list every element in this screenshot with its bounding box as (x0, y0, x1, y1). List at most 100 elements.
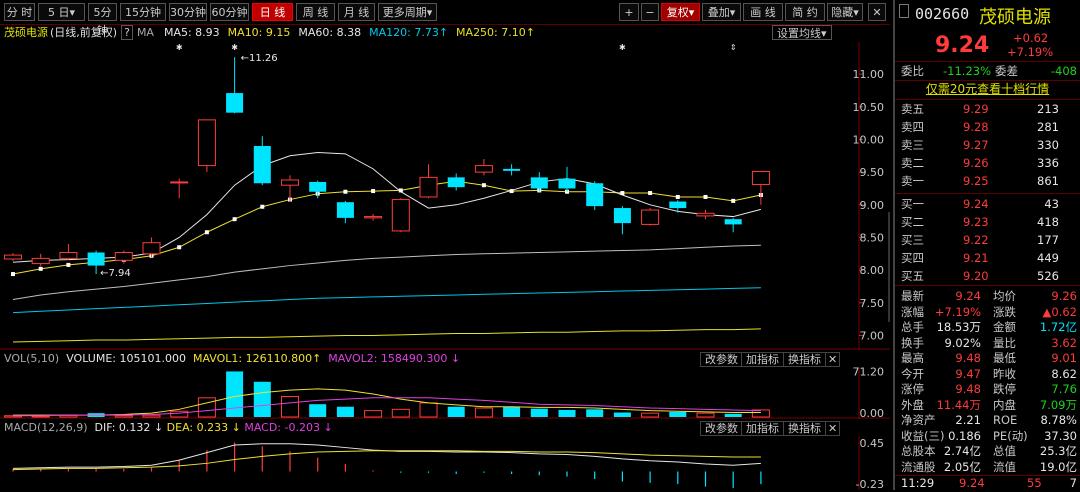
volume-bar (419, 402, 438, 418)
period-tab-5[interactable]: 60分钟 (210, 3, 249, 21)
vol-close-icon[interactable]: ✕ (825, 352, 841, 367)
toolbar-button-5[interactable]: 简 约 (785, 3, 825, 21)
weicha-value: -408 (1050, 64, 1077, 78)
stat-value: 9.24 (955, 289, 981, 303)
volume-bar (447, 406, 465, 417)
period-tab-8[interactable]: 月 线 (338, 3, 375, 21)
price-change-pct: +7.19% (1007, 45, 1054, 59)
bid-row: 买二 9.23 418 (899, 214, 1079, 231)
event-marker-icon[interactable]: ⇕ (730, 43, 737, 52)
candle-body (613, 208, 631, 224)
period-tab-2[interactable]: 5分钟 (88, 3, 117, 37)
stat-value: 8.62 (1051, 366, 1077, 381)
high-annotation: ←11.26 (241, 53, 278, 64)
stat-label: 净资产 (901, 413, 936, 427)
volume-bar (613, 412, 631, 417)
stat-value: 9.48 (955, 382, 981, 396)
period-tab-9[interactable]: 更多周期▾ (378, 3, 437, 21)
event-marker-icon[interactable]: ✱ (231, 43, 238, 52)
ma-settings-button[interactable]: 设置均线▾ (772, 25, 832, 40)
stat-row: 涨停 9.48 跌停 7.76 (899, 381, 1079, 397)
event-marker-icon[interactable]: ✱ (619, 43, 626, 52)
stat-value: +7.19% (934, 304, 981, 319)
vol-swap-indicator-button[interactable]: 换指标 (783, 352, 826, 367)
stat-label: 总手 (901, 320, 924, 334)
period-tab-7[interactable]: 周 线 (296, 3, 335, 21)
stock-title: 茂硕电源 (979, 7, 1051, 28)
axis-scroll-handle[interactable] (888, 212, 890, 322)
dif-arrow-icon: ↓ (153, 421, 164, 434)
ask-price: 9.25 (963, 174, 989, 188)
toolbar-button-0[interactable]: + (619, 3, 639, 21)
tick-row: 11:29 9.24 55 7 (899, 475, 1079, 492)
toolbar-button-3[interactable]: 叠加▾ (702, 3, 741, 21)
toolbar-button-6[interactable]: 隐藏▾ (827, 3, 863, 21)
y-tick-label: 9.50 (860, 166, 885, 179)
ma-label: MA (136, 26, 154, 39)
candle-body (59, 251, 78, 259)
event-marker-icon[interactable]: ✱ (176, 43, 183, 52)
help-icon[interactable]: ? (121, 25, 133, 40)
stat-label: 涨幅 (901, 304, 924, 319)
ma-point-marker (371, 189, 376, 194)
candle (336, 200, 354, 224)
bid-row: 买五 9.20 526 (899, 268, 1079, 285)
period-tab-4[interactable]: 30分钟 (169, 3, 207, 21)
candle (613, 206, 631, 235)
quote-panel: 002660 茂硕电源 9.24 +0.62 +7.19% 委比 -11.23%… (893, 0, 1080, 490)
vol-add-indicator-button[interactable]: 加指标 (741, 352, 784, 367)
volume-bar (391, 408, 410, 418)
candle-body (226, 93, 244, 113)
ask-label: 卖二 (901, 156, 924, 170)
panel-toggle-icon[interactable] (899, 4, 909, 18)
candle-body (558, 178, 576, 189)
vol-params-button[interactable]: 改参数 (700, 352, 743, 367)
level2-promo-link[interactable]: 仅需20元查看十档行情 (895, 81, 1080, 98)
stat-row: 流通股 2.05亿 流值 19.0亿 (899, 459, 1079, 475)
toolbar-button-1[interactable]: − (641, 3, 659, 21)
bid-price: 9.22 (963, 233, 989, 247)
candle (586, 181, 604, 211)
tick-price: 9.24 (959, 476, 985, 490)
ask-row: 卖五 9.29 213 (899, 101, 1079, 118)
ma5-line (12, 152, 762, 263)
ma120-arrow-icon: ↑ (438, 26, 449, 39)
volume-bar (558, 409, 576, 417)
dif-value: DIF: 0.132 (94, 421, 151, 434)
macd-close-icon[interactable]: ✕ (825, 421, 841, 436)
macd-params-button[interactable]: 改参数 (700, 421, 743, 436)
stat-value: 18.53万 (936, 320, 981, 334)
stock-code: 002660 (915, 5, 970, 23)
mavol1-value: MAVOL1: 126110.800 (192, 352, 313, 365)
stat-value: 19.0亿 (1039, 459, 1077, 474)
candle (170, 178, 189, 199)
toolbar-button-2[interactable]: 复权▾ (661, 3, 700, 21)
stat-value: 2.05亿 (943, 459, 981, 474)
period-tab-0[interactable]: 分 时 (4, 3, 35, 21)
volume-bar (226, 371, 244, 417)
candle (696, 210, 715, 220)
candle (724, 217, 742, 233)
candle-body (447, 177, 465, 188)
macd-add-indicator-button[interactable]: 加指标 (741, 421, 784, 436)
ma-point-marker (66, 262, 71, 267)
macd-swap-indicator-button[interactable]: 换指标 (783, 421, 826, 436)
candle-body (391, 199, 410, 232)
period-tab-6[interactable]: 日 线 (252, 3, 293, 21)
weibi-row: 委比 -11.23% 委差 -408 (899, 63, 1079, 80)
mavol1-line (13, 388, 761, 416)
candle-body (503, 168, 521, 171)
chart-header: 茂硕电源 (日线,前复权)? MA MA5: 8.93 MA10: 9.15 MA60: … (0, 25, 890, 41)
stat-label: 流通股 (901, 459, 936, 474)
candle-body (364, 216, 383, 219)
period-tab-1[interactable]: 5 日▾ (38, 3, 85, 21)
close-icon[interactable]: ✕ (868, 3, 886, 21)
toolbar-button-4[interactable]: 画 线 (743, 3, 783, 21)
stat-row: 涨幅 +7.19% 涨跌 ▲0.62 (899, 304, 1079, 320)
ask-label: 卖三 (901, 138, 924, 152)
ask-label: 卖一 (901, 174, 924, 188)
volume-pane-header: VOL(5,10) VOLUME: 105101.000 MAVOL1: 126… (4, 352, 460, 366)
stat-value: 9.02% (944, 335, 981, 350)
period-tab-3[interactable]: 15分钟 (120, 3, 166, 21)
stat-value: 9.26 (1051, 289, 1077, 303)
